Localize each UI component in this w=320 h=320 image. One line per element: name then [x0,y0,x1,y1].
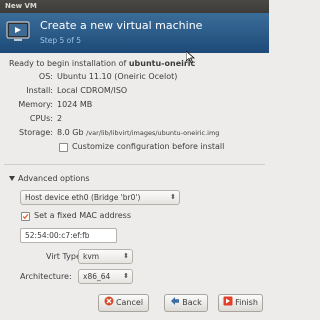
fixed-mac-checkbox[interactable] [21,211,30,221]
architecture-label: Architecture: [20,272,72,281]
network-select[interactable]: Host device eth0 (Bridge 'br0') ⬍ [20,190,180,205]
memory-value: 1024 MB [57,100,93,109]
storage-size: 8.0 Gb [57,128,84,137]
architecture-value: x86_64 [83,272,111,281]
advanced-options-expander[interactable]: Advanced options [9,173,90,185]
network-select-value: Host device eth0 (Bridge 'br0') [25,193,141,202]
customize-config-label: Customize configuration before install [72,142,225,151]
customize-config-checkbox[interactable] [59,142,68,152]
os-label: OS: [38,72,53,81]
window-title: New VM [5,2,37,10]
cpus-value: 2 [57,114,63,123]
vm-name: ubuntu-oneiric [128,59,196,68]
virtual-machine-icon [6,21,30,41]
finish-label: Finish [235,298,258,307]
fixed-mac-option[interactable]: Set a fixed MAC address [21,210,131,222]
window-titlebar[interactable]: New VM [0,0,269,13]
back-label: Back [182,298,202,307]
ready-prefix: Ready to begin installation of [9,59,127,68]
expander-arrow-icon [9,176,15,181]
section-divider [4,164,265,165]
wizard-title: Create a new virtual machine [40,19,203,32]
summary-row-os: OS: Ubuntu 11.10 (Oneiric Ocelot) [0,71,269,83]
cancel-icon [104,296,114,306]
finish-icon [223,296,233,306]
virt-type-select[interactable]: kvm ⬍ [78,249,133,264]
finish-button[interactable]: Finish [218,294,263,312]
cancel-button[interactable]: Cancel [98,294,149,312]
os-value: Ubuntu 11.10 (Oneiric Ocelot) [57,72,178,81]
storage-path: /var/lib/libvirt/images/ubuntu-oneiric.i… [86,129,220,137]
back-button[interactable]: Back [164,294,208,312]
back-arrow-icon [171,297,180,305]
wizard-step: Step 5 of 5 [40,36,82,45]
mac-address-value: 52:54:00:c7:ef:fb [25,231,90,240]
storage-label: Storage: [19,128,53,137]
ready-message: Ready to begin installation of ubuntu-on… [9,59,195,68]
virt-type-value: kvm [83,252,100,261]
fixed-mac-label: Set a fixed MAC address [34,211,131,220]
advanced-options-label: Advanced options [18,174,90,183]
summary-row-memory: Memory: 1024 MB [0,99,269,111]
updown-arrows-icon: ⬍ [123,272,129,280]
updown-arrows-icon: ⬍ [123,252,129,260]
updown-arrows-icon: ⬍ [170,193,176,201]
install-label: Install: [26,86,53,95]
architecture-select[interactable]: x86_64 ⬍ [78,269,133,284]
mac-address-input[interactable]: 52:54:00:c7:ef:fb [20,228,117,243]
summary-row-install: Install: Local CDROM/ISO [0,85,269,97]
summary-row-cpus: CPUs: 2 [0,113,269,125]
cancel-label: Cancel [115,298,144,307]
wizard-header: Create a new virtual machine Step 5 of 5 [0,13,269,53]
memory-label: Memory: [18,100,53,109]
install-value: Local CDROM/ISO [57,86,128,95]
cpus-label: CPUs: [29,114,53,123]
summary-row-storage: Storage: 8.0 Gb /var/lib/libvirt/images/… [0,127,269,139]
storage-value: 8.0 Gb /var/lib/libvirt/images/ubuntu-on… [57,127,219,139]
customize-config-option[interactable]: Customize configuration before install [59,141,224,153]
